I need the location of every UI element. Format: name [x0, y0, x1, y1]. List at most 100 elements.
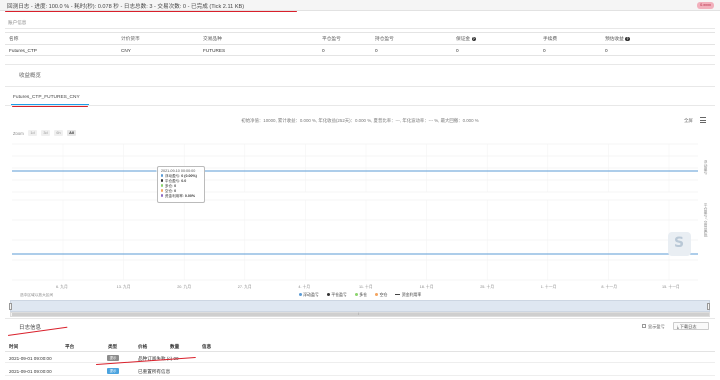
log-time: 2021-09-01 09:00:00: [9, 368, 52, 374]
tooltip-row: 资金利用率: 0.00%: [161, 194, 201, 199]
legend-marker-icon: [326, 292, 330, 296]
chart-summary: 初始净值：10000, 累计收益：0.000 %, 年化收益(252天)：0.0…: [241, 118, 479, 123]
fullscreen-button[interactable]: 全屏: [684, 118, 693, 124]
margin-header-label: 保证金: [456, 36, 471, 41]
legend-marker-icon: [354, 292, 358, 296]
tooltip-value: 0.00%: [184, 194, 196, 198]
x-tick-label: 18. 十月: [419, 285, 434, 289]
download-log-button[interactable]: ⤓下载日志: [673, 322, 709, 330]
tooltip-label: 空仓:: [164, 189, 175, 193]
tab-futures-ctp[interactable]: Futures_CTP_FUTURES_CNY: [13, 95, 80, 100]
legend-label: 多仓: [359, 292, 368, 297]
legend-item[interactable]: 空仓: [375, 292, 387, 298]
legend-item[interactable]: 多仓: [354, 292, 368, 298]
table-cell: Futures_CTP: [9, 48, 37, 53]
table-header-cell: 手续费: [543, 36, 558, 41]
divider: [5, 105, 715, 106]
log-type-badge: 提示: [107, 368, 119, 374]
log-info: 已重置所有信息: [138, 368, 171, 374]
zoom-button-all[interactable]: All: [67, 130, 76, 136]
divider: [5, 28, 715, 29]
download-icon: ⤓: [677, 324, 679, 329]
tooltip-dot-icon: [161, 179, 164, 182]
legend-marker-icon: [395, 294, 401, 295]
x-tick-label: 25. 十月: [480, 285, 495, 289]
legend-label: 资金利用率: [401, 292, 422, 297]
legend-label: 平仓盈亏: [331, 292, 347, 297]
table-header-cell: 持仓盈亏: [375, 36, 394, 41]
account-section-label: 账户信息: [8, 20, 27, 25]
range-scrollbar[interactable]: ⁝: [10, 312, 710, 317]
status-underline: [5, 11, 297, 12]
tooltip-dot-icon: [161, 189, 164, 192]
tooltip-label: 平仓盈亏:: [164, 179, 182, 183]
table-header-cell: 名称: [9, 36, 19, 41]
watermark-logo: S: [668, 232, 691, 256]
tooltip-value: 0.0: [181, 179, 187, 183]
help-icon[interactable]: ?: [471, 37, 476, 42]
earnings-section-title: 收益概览: [19, 73, 42, 79]
zoom-label: Zoom: [13, 131, 24, 136]
grid-layer: [12, 143, 698, 281]
legend-marker-icon: [375, 292, 379, 296]
x-tick-label: 11. 十月: [359, 285, 373, 289]
navigator-right-handle[interactable]: [707, 303, 710, 310]
table-header-cell: 交易品种: [203, 36, 222, 41]
log-row: 2021-09-01 09:00:00 提示 品种订阅失败 (c) 00: [5, 353, 715, 363]
table-header-cell: 预估收益?: [605, 36, 630, 42]
tooltip-label: 多仓:: [164, 184, 175, 188]
table-header-cell: 平仓盈亏: [322, 36, 341, 41]
log-type-badge: 提示: [107, 355, 119, 361]
log-header-cell: 类型: [108, 344, 118, 349]
tooltip-dot-icon: [161, 174, 164, 177]
tooltip-dot-icon: [161, 184, 164, 187]
log-header-cell: 平台: [65, 344, 75, 349]
right-axis-label-upper: 浮动盈亏: [704, 160, 708, 175]
x-tick-label: 6. 九月: [56, 285, 68, 289]
line-chart[interactable]: [0, 140, 720, 285]
tab-red-underline: [12, 106, 88, 107]
log-time: 2021-09-01 09:00:00: [9, 355, 52, 361]
log-header-cell: 价格: [138, 344, 148, 349]
status-text: 回测日志 - 进度: 100.0 % - 耗时(秒): 0.078 秒 - 日志…: [7, 4, 245, 10]
table-cell: 0: [322, 48, 325, 53]
range-navigator[interactable]: [9, 300, 710, 312]
x-tick-label: 15. 十一月: [662, 285, 680, 289]
estimated-income-header-label: 预估收益: [605, 36, 624, 41]
table-cell: 0: [543, 48, 546, 53]
menu-icon[interactable]: [700, 117, 706, 123]
legend-item[interactable]: 资金利用率: [395, 292, 421, 298]
chart-legend: 浮动盈亏 平仓盈亏 多仓 空仓 资金利用率: [0, 292, 720, 298]
legend-item[interactable]: 浮动盈亏: [298, 292, 319, 298]
zoom-button-6h[interactable]: 6h: [54, 130, 63, 136]
tooltip-label: 浮动盈亏:: [164, 174, 182, 178]
legend-marker-icon: [298, 292, 302, 296]
table-cell: 0: [605, 48, 608, 53]
scroll-grip-icon: ⁝: [358, 312, 360, 316]
tooltip-rows: 浮动盈亏: 0 (0.00%) 平仓盈亏: 0.0 多仓: 0 空仓: 0 资金利用率:…: [161, 174, 201, 199]
show-pnl-checkbox[interactable]: [642, 324, 646, 328]
table-cell: 0: [456, 48, 459, 53]
table-cell: CNY: [121, 48, 131, 53]
tooltip-value: 0: [174, 184, 177, 188]
divider: [5, 318, 715, 319]
x-tick-label: 4. 十月: [298, 285, 311, 289]
help-icon[interactable]: ?: [625, 37, 630, 42]
x-tick-label: 1. 十一月: [540, 285, 557, 289]
account-table: 名称 计价货币 交易品种 平仓盈亏 持仓盈亏 保证金? 手续费 预估收益? Fu…: [5, 32, 715, 56]
legend-label: 浮动盈亏: [303, 292, 319, 297]
divider: [5, 64, 715, 65]
tooltip-value: 0: [174, 189, 177, 193]
zoom-button-3d[interactable]: 3d: [41, 130, 50, 136]
scrollbar-thumb[interactable]: [12, 313, 709, 316]
table-cell: 0: [375, 48, 378, 53]
x-tick-label: 20. 九月: [177, 285, 192, 289]
x-tick-label: 13. 九月: [116, 285, 131, 289]
zoom-button-1d[interactable]: 1d: [28, 130, 37, 136]
legend-item[interactable]: 平仓盈亏: [326, 292, 347, 298]
divider: [5, 86, 715, 87]
navigator-left-handle[interactable]: [9, 303, 12, 310]
series-layer: [12, 169, 698, 255]
status-badge: 0.xxxx: [697, 2, 714, 9]
log-header-cell: 数量: [170, 344, 180, 349]
